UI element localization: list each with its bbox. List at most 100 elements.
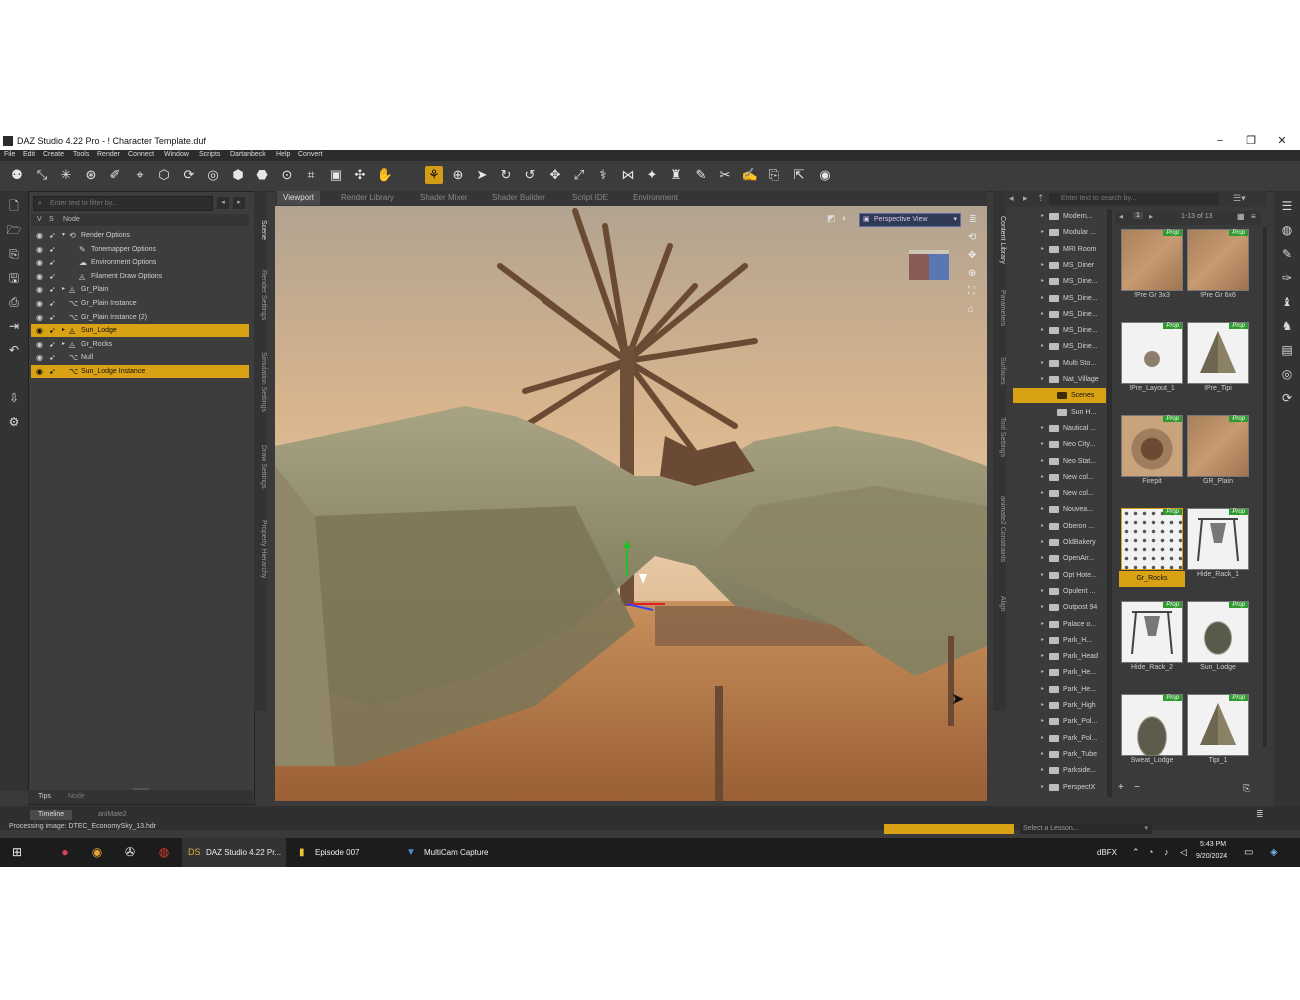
folder-item[interactable]: ▸ Park_H...	[1013, 633, 1106, 648]
expand-arrow-icon[interactable]: ▸	[1041, 649, 1044, 664]
content-thumbnail[interactable]: Prop	[1121, 694, 1183, 756]
folder-item[interactable]: ▸ MS_Diner	[1013, 258, 1106, 273]
expand-arrow-icon[interactable]: ▸	[1041, 242, 1044, 257]
import-icon[interactable]: ⇥	[5, 317, 23, 335]
taskbar-multicam[interactable]: ▼ MultiCam Capture	[404, 838, 504, 867]
menu-connect[interactable]: Connect	[128, 151, 154, 158]
content-thumbnail[interactable]: Prop	[1187, 508, 1249, 570]
content-search-input[interactable]: Enter text to search by...	[1049, 193, 1219, 205]
folder-item[interactable]: ▸ Park_He...	[1013, 665, 1106, 680]
menu-dartanbeck[interactable]: Dartanbeck	[230, 151, 266, 158]
visibility-eye-icon[interactable]: ◉	[36, 256, 43, 269]
folder-item[interactable]: ▸ New col...	[1013, 486, 1106, 501]
target-icon[interactable]: ◎	[204, 166, 222, 184]
remove-icon[interactable]: −	[1134, 782, 1140, 793]
expand-arrow-icon[interactable]: ▸	[1041, 633, 1044, 648]
spot-render-icon[interactable]: ⊙	[278, 166, 296, 184]
folder-item[interactable]: ▸ Opt Hote...	[1013, 568, 1106, 583]
bone-tool-icon[interactable]: ⤡	[33, 166, 51, 184]
save-as-icon[interactable]: ⎙	[5, 293, 23, 311]
scene-node-row[interactable]: ◉ ➹ ▸ ◬ Sun_Lodge	[31, 324, 249, 338]
view-cube[interactable]	[909, 250, 949, 280]
scene-node-row[interactable]: ◉ ➹ ⌥ Gr_Plain Instance (2)	[31, 311, 249, 324]
scene-node-row[interactable]: ◉ ➹ ▸ ◬ Gr_Rocks	[31, 338, 249, 351]
selectable-arrow-icon[interactable]: ➹	[49, 243, 56, 256]
camera-icon[interactable]: ◉	[816, 166, 834, 184]
restore-button[interactable]: ❐	[1236, 134, 1266, 149]
tab-shader-builder[interactable]: Shader Builder	[492, 193, 545, 202]
selectable-arrow-icon[interactable]: ➹	[49, 270, 56, 283]
notification-icon[interactable]: ▭	[1244, 838, 1253, 867]
content-thumbnail-label[interactable]: GR_Plain	[1185, 478, 1251, 485]
visibility-eye-icon[interactable]: ◉	[36, 297, 43, 310]
hair-tool-icon[interactable]: ✂	[716, 166, 734, 184]
content-thumbnail[interactable]: Prop	[1187, 601, 1249, 663]
crop-icon[interactable]: ⌗	[302, 166, 320, 184]
expand-arrow-icon[interactable]: ▸	[1041, 258, 1044, 273]
content-thumbnail[interactable]: Prop	[1121, 415, 1183, 477]
visibility-eye-icon[interactable]: ◉	[36, 311, 43, 324]
tab-environment[interactable]: Environment	[633, 193, 678, 202]
aim-icon[interactable]: ⇱	[790, 166, 808, 184]
grid-scrollbar[interactable]	[1263, 227, 1267, 747]
folder-item[interactable]: Sun H...	[1013, 405, 1106, 420]
content-thumbnail-label[interactable]: !Pre Gr 3x3	[1119, 292, 1185, 299]
folder-item[interactable]: ▸ Neo City...	[1013, 437, 1106, 452]
folder-item[interactable]: ▸ Oberon ...	[1013, 519, 1106, 534]
content-thumbnail-label[interactable]: Sun_Lodge	[1185, 664, 1251, 671]
folder-item[interactable]: ▸ Neo Stat...	[1013, 454, 1106, 469]
expand-arrow-icon[interactable]: ▸	[1041, 209, 1044, 224]
expand-arrow-icon[interactable]: ▸	[1041, 568, 1044, 583]
page-back-icon[interactable]: ◂	[1119, 212, 1123, 221]
3d-viewport[interactable]: ◩ ◐ ▣ Perspective View ▾ ≣ ⟲ ✥ ⊕ ⛶ ⌂ ➤	[275, 206, 987, 801]
scene-filter-input[interactable]: ⌕ Enter text to filter by...	[33, 196, 213, 211]
content-thumbnail-label[interactable]: Sweat_Lodge	[1119, 757, 1185, 764]
taskbar-episode[interactable]: ▮ Episode 007	[295, 838, 385, 867]
tree-scrollbar[interactable]	[1107, 209, 1112, 797]
folder-item[interactable]: ▸ Opulent ...	[1013, 584, 1106, 599]
content-thumbnail[interactable]: Prop	[1187, 415, 1249, 477]
folder-item[interactable]: ▸ PerspectX	[1013, 780, 1106, 795]
tab-simulation-settings[interactable]: Simulation Settings	[254, 341, 267, 423]
expand-arrow-icon[interactable]: ▸	[1041, 731, 1044, 746]
content-thumbnail-label[interactable]: !Pre_Layout_1	[1119, 385, 1185, 392]
grid-view-icon[interactable]: ▦	[1237, 212, 1245, 221]
folder-item[interactable]: ▸ MS_Dine...	[1013, 291, 1106, 306]
move-icon[interactable]: ✥	[546, 166, 564, 184]
clock-time[interactable]: 5:43 PM	[1200, 841, 1226, 848]
expand-arrow-icon[interactable]: ▸	[1041, 291, 1044, 306]
tab-tips[interactable]: Tips	[38, 793, 51, 800]
content-thumbnail[interactable]: Prop	[1121, 508, 1183, 570]
network-icon[interactable]: ◔	[1148, 838, 1153, 867]
scene-node-row[interactable]: ◉ ➹ ⌥ Sun_Lodge Instance	[31, 365, 249, 378]
menu-window[interactable]: Window	[164, 151, 189, 158]
tab-property-hierarchy[interactable]: Property Hierarchy	[254, 509, 267, 589]
layout-icon[interactable]: ▤	[1278, 341, 1296, 359]
tab-shader-mixer[interactable]: Shader Mixer	[420, 193, 468, 202]
expand-icon[interactable]: ▸	[62, 283, 65, 296]
content-thumbnail[interactable]: Prop	[1121, 322, 1183, 384]
pan-icon[interactable]: ✥	[968, 250, 976, 261]
save-icon[interactable]: 🖫	[5, 269, 23, 287]
folder-item[interactable]: ▸ Outpost 94	[1013, 600, 1106, 615]
expand-arrow-icon[interactable]: ▸	[1041, 356, 1044, 371]
folder-item[interactable]: ▸ MS_Dine...	[1013, 307, 1106, 322]
expand-arrow-icon[interactable]: ▸	[1041, 714, 1044, 729]
visibility-eye-icon[interactable]: ◉	[36, 351, 43, 364]
clock-date[interactable]: 9/20/2024	[1196, 853, 1227, 860]
export-icon[interactable]: ⎘	[765, 166, 783, 184]
zoom-icon[interactable]: ⊕	[968, 268, 976, 279]
pointer-icon[interactable]: ➤	[473, 166, 491, 184]
folder-item[interactable]: ▸ Modular ...	[1013, 225, 1106, 240]
folder-item[interactable]: ▸ OldBakery	[1013, 535, 1106, 550]
expand-arrow-icon[interactable]: ▸	[1041, 486, 1044, 501]
app-icon[interactable]: ●	[56, 838, 74, 867]
forward-icon[interactable]: ▸	[1023, 193, 1028, 204]
volume-icon[interactable]: ◁	[1180, 838, 1187, 867]
figure-icon[interactable]: ⚉	[8, 166, 26, 184]
page-number[interactable]: 1	[1133, 212, 1143, 219]
paint-bucket-icon[interactable]: ✑	[1278, 269, 1296, 287]
content-thumbnail-label[interactable]: Hide_Rack_2	[1119, 664, 1185, 671]
brush-icon[interactable]: ✐	[106, 166, 124, 184]
menu-tools[interactable]: Tools	[73, 151, 89, 158]
